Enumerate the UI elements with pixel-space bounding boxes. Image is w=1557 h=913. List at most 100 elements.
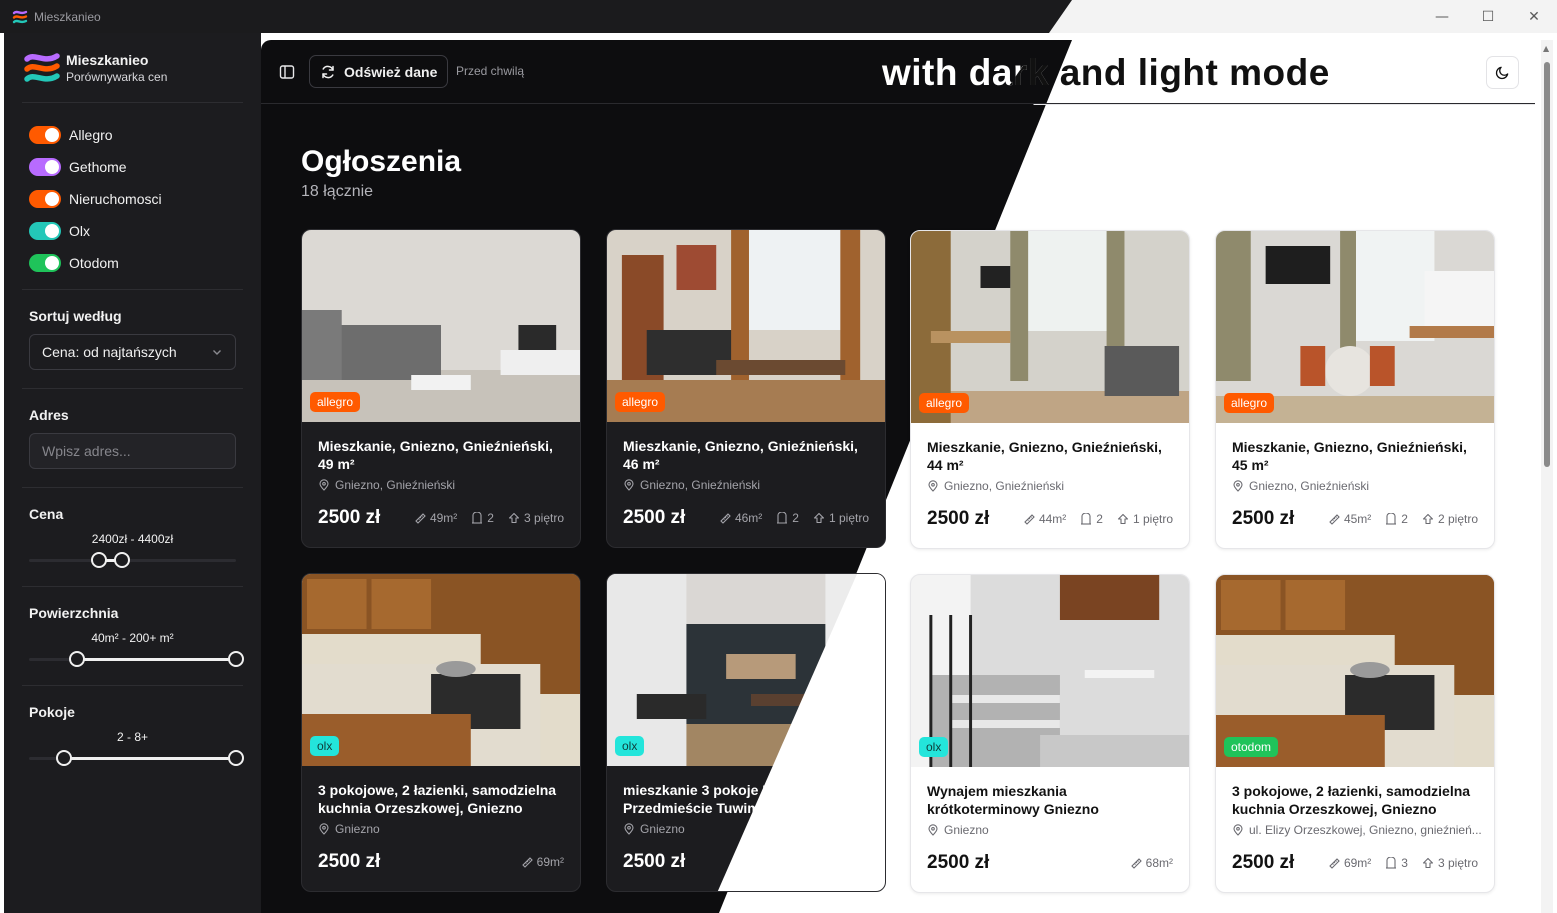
source-badge: allegro [919,393,970,413]
source-toggle-label: Nieruchomosci [69,191,162,207]
source-toggle-switch[interactable] [29,126,61,144]
listing-rooms: 2 [487,511,494,525]
listing-meta: 46m² 2 1 piętro [719,511,869,525]
listing-title-line-1: 3 pokojowe, 2 łazienki, samodzielna [318,782,557,798]
listing-title: mieszkanie 3 pokoje Brylantowe Przedmieśc… [623,781,875,817]
map-pin-icon [1233,824,1243,836]
listing-title-line-2: 46 m² [623,456,660,472]
address-label: Adres [29,407,69,423]
listing-rooms: 2 [1401,512,1408,526]
listing-title-line-1: Mieszkanie, Gniezno, Gnieźnieński, [318,438,553,454]
source-toggle-label: Gethome [69,159,127,175]
listing-title: Wynajem mieszkania krótkoterminowy Gniezn… [927,782,1179,818]
floor-icon [508,512,520,524]
source-toggle-row[interactable]: Otodom [22,247,243,279]
listing-meta: 44m² 2 1 piętro [1023,512,1173,526]
listing-price: 2500 zł [318,507,381,528]
listing-price: 2500 zł [927,852,990,873]
brand-name: Mieszkanieo [66,51,149,68]
area-icon [826,857,838,868]
area-slider-high-handle[interactable] [228,651,244,667]
map-pin-icon [1233,480,1243,492]
source-toggle-switch[interactable] [29,254,61,272]
scrollbar-thumb[interactable] [1544,62,1550,467]
listing-card[interactable]: allegro Mieszkanie, Gniezno, Gnieźnieński… [606,229,886,548]
source-toggle-switch[interactable] [29,190,61,208]
source-toggle-label: Otodom [69,255,119,271]
source-toggle-label: Olx [69,223,90,239]
area-slider-low-handle[interactable] [68,651,85,667]
last-updated-text: Przed chwilą [456,64,525,78]
listing-location-text: Gniezno, Gnieźnieński [944,479,1065,493]
listing-meta: 69m² 3 3 piętro [1328,856,1478,870]
scroll-up-arrow-icon[interactable]: ▲ [1543,44,1549,53]
area-icon [415,513,426,524]
rooms-section: Pokoje 2 - 8+ [22,686,244,784]
listing-photo [607,574,885,766]
listing-rooms: 2 [792,511,799,525]
listing-card[interactable]: allegro Mieszkanie, Gniezno, Gnieźnieński… [1215,230,1495,549]
map-pin-icon [928,824,938,836]
source-toggle-row[interactable]: Allegro [22,119,243,151]
listing-location: Gniezno, Gnieźnieński [623,478,873,492]
listing-area: 55m² [841,855,869,869]
area-icon [1130,858,1142,869]
toggle-sidebar-button[interactable] [274,59,300,85]
listing-meta: 45m² 2 2 piętro [1328,512,1478,526]
listing-meta: 49m² 2 3 piętro [414,511,564,525]
price-slider[interactable] [29,552,236,568]
source-toggle-row[interactable]: Nieruchomosci [22,183,243,215]
listing-price: 2500 zł [1232,508,1295,529]
listing-card[interactable]: olx 3 pokojowe, 2 łazienki, samodzielna ku… [301,573,581,892]
price-slider-low-handle[interactable] [91,552,108,568]
listing-card[interactable]: otodom 3 pokojowe, 2 łazienki, samodzieln… [1215,574,1495,893]
listing-area: 69m² [1343,856,1372,870]
listing-card[interactable]: allegro Mieszkanie, Gniezno, Gnieźnieński… [910,230,1190,549]
rooms-icon [472,512,483,524]
source-toggle-label: Allegro [69,127,113,143]
scrollbar[interactable]: ▲ [1541,40,1553,913]
rooms-slider-high-handle[interactable] [228,750,244,766]
sort-section: Sortuj według Cena: od najtańszych [22,290,243,389]
source-badge: allegro [615,392,666,412]
area-range-text: 40m² - 200+ m² [91,631,174,645]
source-toggle-row[interactable]: Gethome [22,151,243,183]
source-toggle-switch[interactable] [29,158,61,176]
listing-title-line-1: Mieszkanie, Gniezno, Gnieźnieński, [927,439,1162,455]
listing-card[interactable]: allegro Mieszkanie, Gniezno, Gnieźnieński… [301,229,581,548]
listing-area: 45m² [1343,512,1372,526]
refresh-icon [322,65,334,78]
app-logo-icon [12,10,28,23]
address-input[interactable]: Wpisz adres... [29,433,236,469]
listing-meta: 68m² [1130,856,1173,870]
listing-title-line-2: 44 m² [927,457,964,473]
rooms-slider-low-handle[interactable] [56,750,73,766]
sort-select[interactable]: Cena: od najtańszych [29,334,236,370]
price-section: Cena 2400zł - 4400zł [22,488,243,587]
source-toggle-row[interactable]: Olx [22,215,243,247]
map-pin-icon [928,480,938,492]
map-pin-icon [624,479,634,491]
listing-title-line-2: 49 m² [318,456,355,472]
listing-location-text: Gniezno, Gnieźnieński [335,478,456,492]
price-slider-high-handle[interactable] [114,552,131,568]
brand: Mieszkanieo Porównywarka cen [22,33,243,103]
rooms-slider[interactable] [29,750,244,766]
area-slider[interactable] [29,651,244,667]
source-toggle-switch[interactable] [29,222,61,240]
rooms-icon [1386,513,1397,525]
listing-title: 3 pokojowe, 2 łazienki, samodzielna kuchn… [1232,782,1484,818]
listing-card[interactable]: olx Wynajem mieszkania krótkoterminowy Gni… [910,574,1190,893]
listing-location: Gniezno, Gnieźnieński [1232,479,1482,493]
refresh-data-button[interactable]: Odśwież dane [309,55,448,88]
listing-price: 2500 zł [318,851,381,872]
theme-toggle-button[interactable] [1486,56,1519,89]
window-title: Mieszkanieo [34,9,101,24]
moon-icon [1495,66,1509,80]
listing-title: Mieszkanie, Gniezno, Gnieźnieński, 45 m² [1232,438,1484,474]
area-icon [1329,858,1340,869]
listing-card[interactable]: olx mieszkanie 3 pokoje Brylantowe Przedmi… [606,573,886,892]
source-badge: olx [615,736,645,756]
area-icon [521,857,533,868]
brand-logo-icon [24,52,60,82]
